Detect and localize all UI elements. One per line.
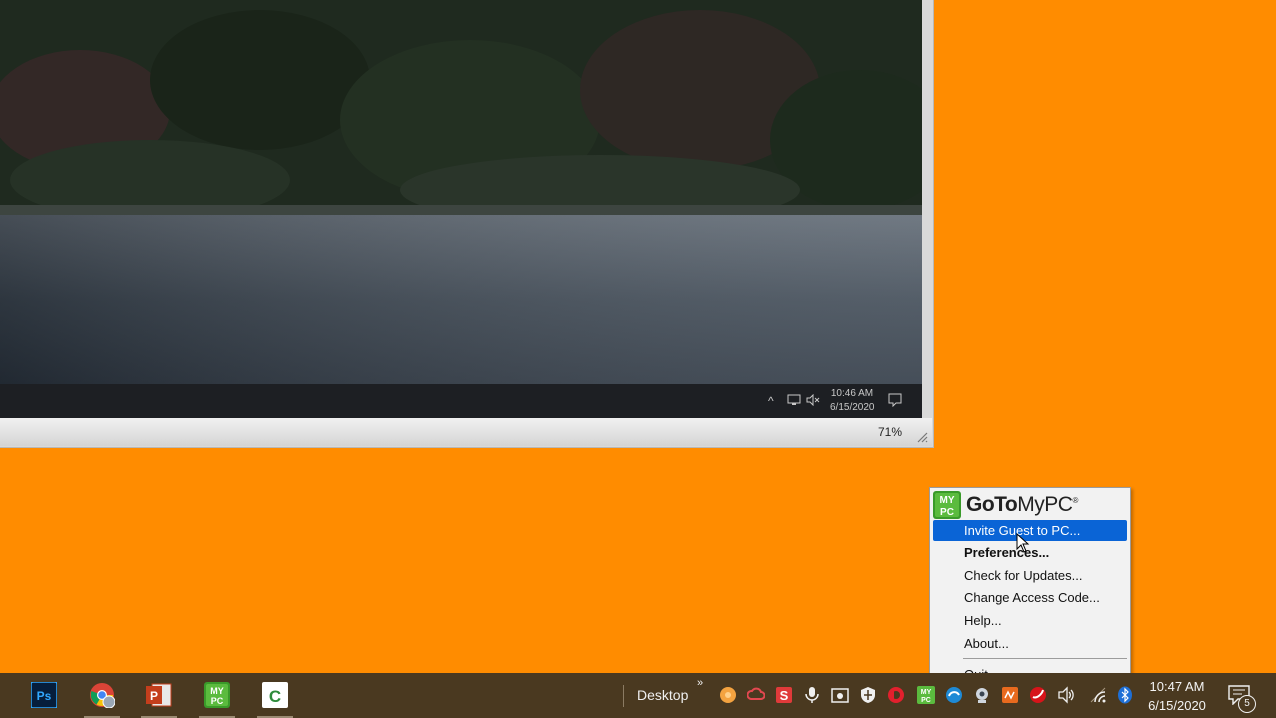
- tray-volume-icon[interactable]: [1057, 686, 1075, 704]
- logo-text-my: MY: [940, 495, 955, 506]
- remote-clock-time: 10:46 AM: [830, 388, 874, 399]
- notification-count-badge: 5: [1238, 695, 1256, 713]
- desktop-toolbar-chevron-icon[interactable]: »: [697, 677, 703, 689]
- gotomypc-taskbar-label-pc: PC: [211, 696, 224, 706]
- resize-grip-icon[interactable]: [916, 431, 928, 443]
- tray-red-app-icon[interactable]: [1029, 686, 1047, 704]
- tray-creative-cloud-icon[interactable]: [747, 686, 765, 704]
- camtasia-icon-label: C: [269, 687, 281, 706]
- taskbar-app-gotomypc[interactable]: MY PC: [192, 673, 242, 718]
- logo-text-pc: PC: [940, 507, 954, 518]
- tray-app-orange-icon[interactable]: [719, 686, 737, 704]
- chrome-icon: [90, 683, 115, 708]
- photoshop-icon-label: Ps: [37, 689, 52, 703]
- tray-audio-app-icon[interactable]: [1001, 686, 1019, 704]
- powerpoint-icon: P: [146, 683, 172, 707]
- menu-item-change-access-code[interactable]: Change Access Code...: [933, 587, 1127, 608]
- camtasia-icon: C: [262, 682, 288, 708]
- svg-text:S: S: [780, 688, 789, 703]
- tray-screenshot-icon[interactable]: [831, 686, 849, 704]
- tray-bluetooth-icon[interactable]: [1116, 686, 1134, 704]
- remote-clock[interactable]: 10:46 AM 6/15/2020: [830, 387, 875, 415]
- photoshop-icon: Ps: [31, 682, 57, 708]
- menu-brand-header: MY PC GoToMyPC®: [933, 491, 1129, 519]
- tray-security-shield-icon[interactable]: [859, 686, 877, 704]
- tray-beats-icon[interactable]: [887, 686, 905, 704]
- menu-item-check-updates[interactable]: Check for Updates...: [933, 565, 1127, 586]
- remote-action-center-icon[interactable]: [888, 393, 902, 410]
- menu-separator: [963, 658, 1127, 659]
- desktop-toolbar-label[interactable]: Desktop: [637, 687, 688, 703]
- powerpoint-icon-label: P: [150, 689, 158, 703]
- gotomypc-taskbar-label-my: MY: [210, 686, 224, 696]
- remote-clock-date: 6/15/2020: [830, 402, 875, 413]
- tray-gotomypc-icon[interactable]: MYPC: [917, 686, 935, 704]
- taskbar-app-camtasia[interactable]: C: [250, 673, 300, 718]
- clock-date: 6/15/2020: [1148, 698, 1206, 713]
- remote-viewer-window[interactable]: ^ 10:46 AM 6/15/2020 71%: [0, 0, 934, 448]
- remote-tray-chevron-icon[interactable]: ^: [768, 394, 774, 408]
- tray-webcam-icon[interactable]: [973, 686, 991, 704]
- taskbar-app-chrome[interactable]: [77, 673, 127, 718]
- taskbar-clock[interactable]: 10:47 AM 6/15/2020: [1140, 677, 1214, 715]
- taskbar-divider: [623, 685, 624, 707]
- menu-item-help[interactable]: Help...: [933, 610, 1127, 631]
- taskbar-app-powerpoint[interactable]: P: [134, 673, 184, 718]
- brand-registered-mark: ®: [1072, 496, 1078, 505]
- zoom-level[interactable]: 71%: [878, 425, 902, 439]
- menu-item-invite-guest[interactable]: Invite Guest to PC...: [933, 520, 1127, 541]
- brand-name-bold: GoTo: [966, 493, 1018, 516]
- tray-sync-app-icon[interactable]: [945, 686, 963, 704]
- remote-desktop-screen[interactable]: ^ 10:46 AM 6/15/2020: [0, 0, 922, 418]
- gotomypc-context-menu: MY PC GoToMyPC® Invite Guest to PC... Pr…: [929, 487, 1131, 688]
- brand-name-thin: MyPC: [1017, 493, 1073, 516]
- remote-wallpaper-image: [0, 0, 922, 384]
- gotomypc-logo-icon: MY PC: [933, 491, 961, 519]
- svg-text:PC: PC: [921, 697, 931, 704]
- remote-network-icon[interactable]: [787, 394, 801, 409]
- menu-item-about[interactable]: About...: [933, 633, 1127, 654]
- tray-wifi-icon[interactable]: [1089, 686, 1107, 704]
- mouse-cursor-icon: [1016, 533, 1030, 553]
- menu-item-preferences[interactable]: Preferences...: [933, 542, 1127, 563]
- clock-time: 10:47 AM: [1149, 679, 1205, 694]
- brand-name: GoToMyPC®: [966, 493, 1078, 517]
- tray-microphone-icon[interactable]: [803, 686, 821, 704]
- taskbar-app-photoshop[interactable]: Ps: [19, 673, 69, 718]
- svg-text:MY: MY: [921, 689, 932, 696]
- tray-snagit-icon[interactable]: S: [775, 686, 793, 704]
- gotomypc-taskbar-icon: MY PC: [204, 682, 230, 708]
- windows-taskbar: Ps P MY PC C Desktop » S MY PC 10:47 AM …: [0, 673, 1276, 718]
- remote-taskbar: ^ 10:46 AM 6/15/2020: [0, 384, 922, 418]
- remote-muted-speaker-icon[interactable]: [806, 393, 820, 409]
- viewer-status-bar: 71%: [0, 418, 932, 446]
